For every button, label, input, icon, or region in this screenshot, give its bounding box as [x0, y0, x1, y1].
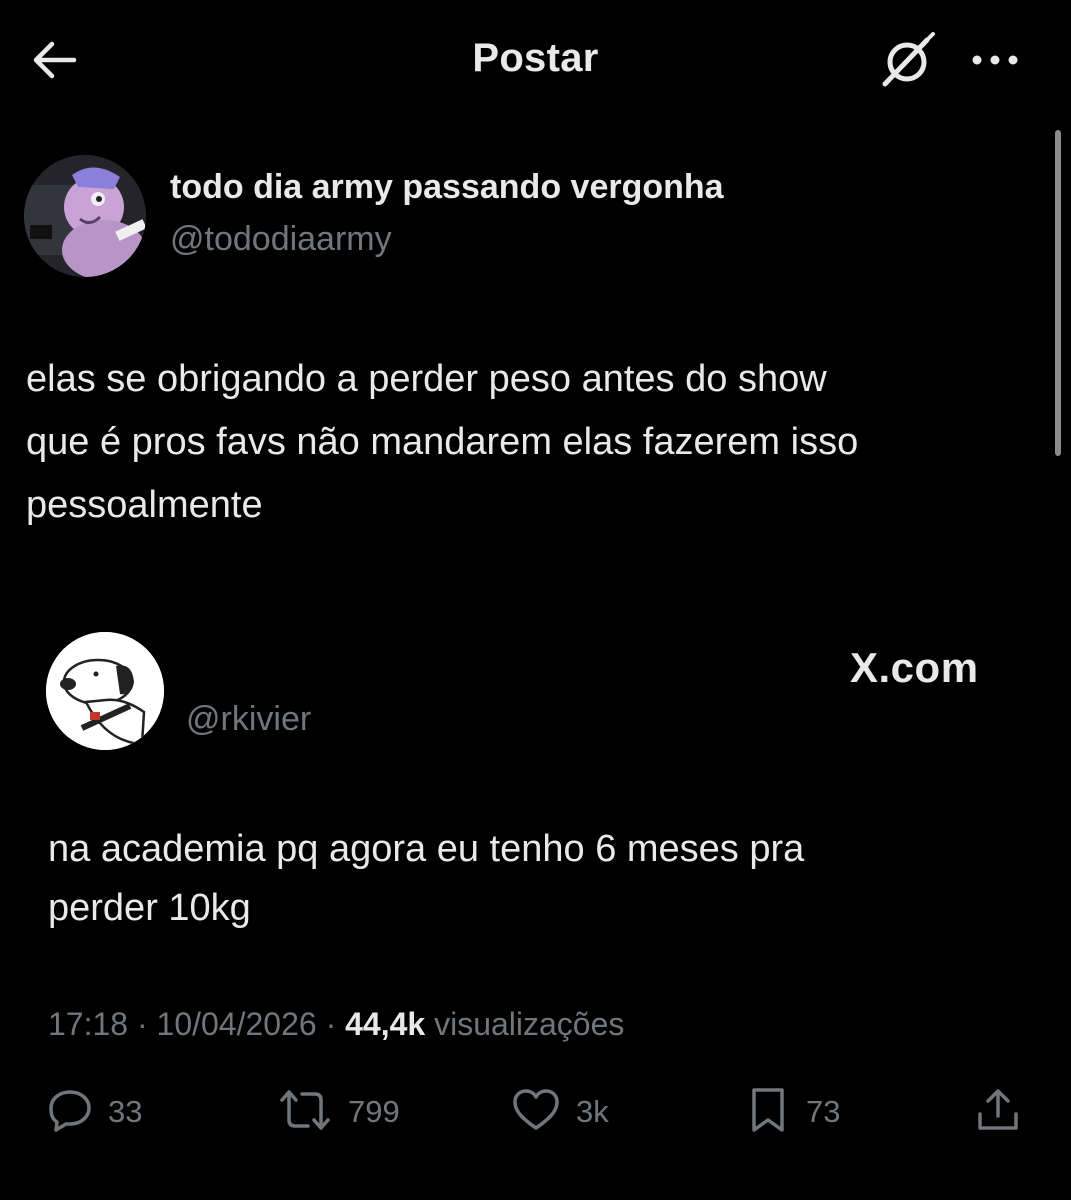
post-text: elas se obrigando a perder peso antes do… [26, 348, 1051, 537]
views-label[interactable]: visualizações [425, 1006, 624, 1042]
grok-icon [877, 31, 937, 93]
post-time[interactable]: 17:18 [48, 1006, 128, 1042]
meta-separator: · [128, 1006, 157, 1042]
post-text-line: elas se obrigando a perder peso antes do… [26, 358, 827, 400]
embedded-avatar [46, 632, 164, 750]
embedded-text: na academia pq agora eu tenho 6 meses pr… [48, 820, 1028, 938]
share-button[interactable] [974, 1080, 1022, 1144]
share-icon [974, 1086, 1022, 1139]
post-text-line: que é pros favs não mandarem elas fazere… [26, 421, 859, 463]
bookmark-icon [744, 1086, 792, 1139]
reply-count: 33 [108, 1094, 143, 1129]
embedded-handle: @rkivier [186, 700, 312, 738]
author-handle[interactable]: @tododiaarmy [170, 220, 392, 259]
like-count: 3k [576, 1094, 609, 1129]
like-button[interactable]: 3k [510, 1080, 609, 1144]
repost-icon [276, 1086, 334, 1139]
embedded-text-line: na academia pq agora eu tenho 6 meses pr… [48, 828, 805, 870]
bookmark-button[interactable]: 73 [744, 1080, 840, 1144]
more-options-button[interactable] [962, 34, 1028, 90]
post-date[interactable]: 10/04/2026 [157, 1006, 317, 1042]
views-count[interactable]: 44,4k [345, 1006, 425, 1042]
repost-button[interactable]: 799 [276, 1080, 400, 1144]
comment-icon [46, 1086, 94, 1139]
reply-button[interactable]: 33 [46, 1080, 142, 1144]
embedded-text-line: perder 10kg [48, 887, 251, 929]
grok-button[interactable] [874, 31, 940, 93]
scrollbar[interactable] [1055, 130, 1061, 456]
more-icon [967, 50, 1023, 75]
heart-icon [510, 1086, 562, 1139]
post-text-line: pessoalmente [26, 484, 263, 526]
repost-count: 799 [348, 1094, 400, 1129]
bookmark-count: 73 [806, 1094, 841, 1129]
meta-separator: · [316, 1006, 346, 1042]
post-meta: 17:18 · 10/04/2026 · 44,4k visualizações [48, 1006, 624, 1043]
author-avatar[interactable] [24, 155, 146, 277]
embedded-brand: X.com [850, 644, 979, 691]
author-name[interactable]: todo dia army passando vergonha [170, 168, 724, 207]
